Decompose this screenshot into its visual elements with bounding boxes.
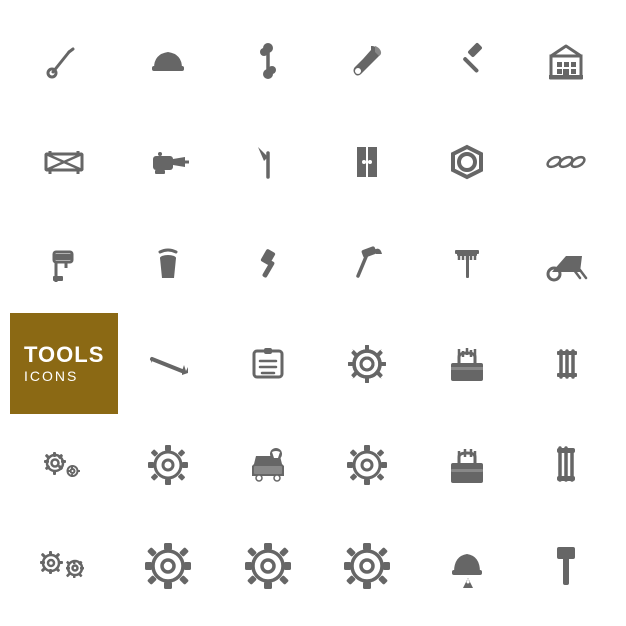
icon-gear3	[317, 414, 417, 515]
icon-gears-bottom	[10, 515, 118, 616]
icon-gear-detail	[317, 313, 417, 414]
icon-barrier	[10, 111, 118, 212]
icon-toolbox2	[417, 414, 517, 515]
icon-gear-lg	[118, 515, 218, 616]
icon-hardhat	[118, 10, 218, 111]
icon-hammer-bottom	[516, 515, 616, 616]
icon-drill	[118, 111, 218, 212]
icon-chain	[516, 111, 616, 212]
icon-hammer	[417, 10, 517, 111]
icon-claw-hammer	[317, 212, 417, 313]
icon-bucket	[118, 212, 218, 313]
icon-car-wrench	[218, 414, 318, 515]
icon-gear-medium	[118, 414, 218, 515]
icon-nut	[417, 111, 517, 212]
icon-wheelbarrow	[516, 212, 616, 313]
tools-label: TOOLS ICONS	[10, 313, 118, 414]
icon-pliers	[516, 414, 616, 515]
icon-hammer2	[218, 212, 318, 313]
icon-saw	[118, 313, 218, 414]
icon-pickaxe	[218, 111, 318, 212]
icon-tag	[218, 313, 318, 414]
icon-building	[516, 10, 616, 111]
page-container: TOOLS ICONS	[0, 0, 626, 626]
icon-tools-vertical	[516, 313, 616, 414]
icon-toolbox	[417, 313, 517, 414]
icon-helmet-warning	[417, 515, 517, 616]
label-title: TOOLS	[24, 343, 104, 367]
icon-paint-roller	[10, 212, 118, 313]
icon-bone-wrench	[218, 10, 318, 111]
icon-rake	[417, 212, 517, 313]
icon-grid: TOOLS ICONS	[0, 0, 626, 626]
icon-gears-small	[10, 414, 118, 515]
icon-gear-lg2	[218, 515, 318, 616]
icon-wrench2	[317, 10, 417, 111]
label-subtitle: ICONS	[24, 368, 78, 384]
icon-wrench	[10, 10, 118, 111]
icon-gear-lg3	[317, 515, 417, 616]
icon-door	[317, 111, 417, 212]
